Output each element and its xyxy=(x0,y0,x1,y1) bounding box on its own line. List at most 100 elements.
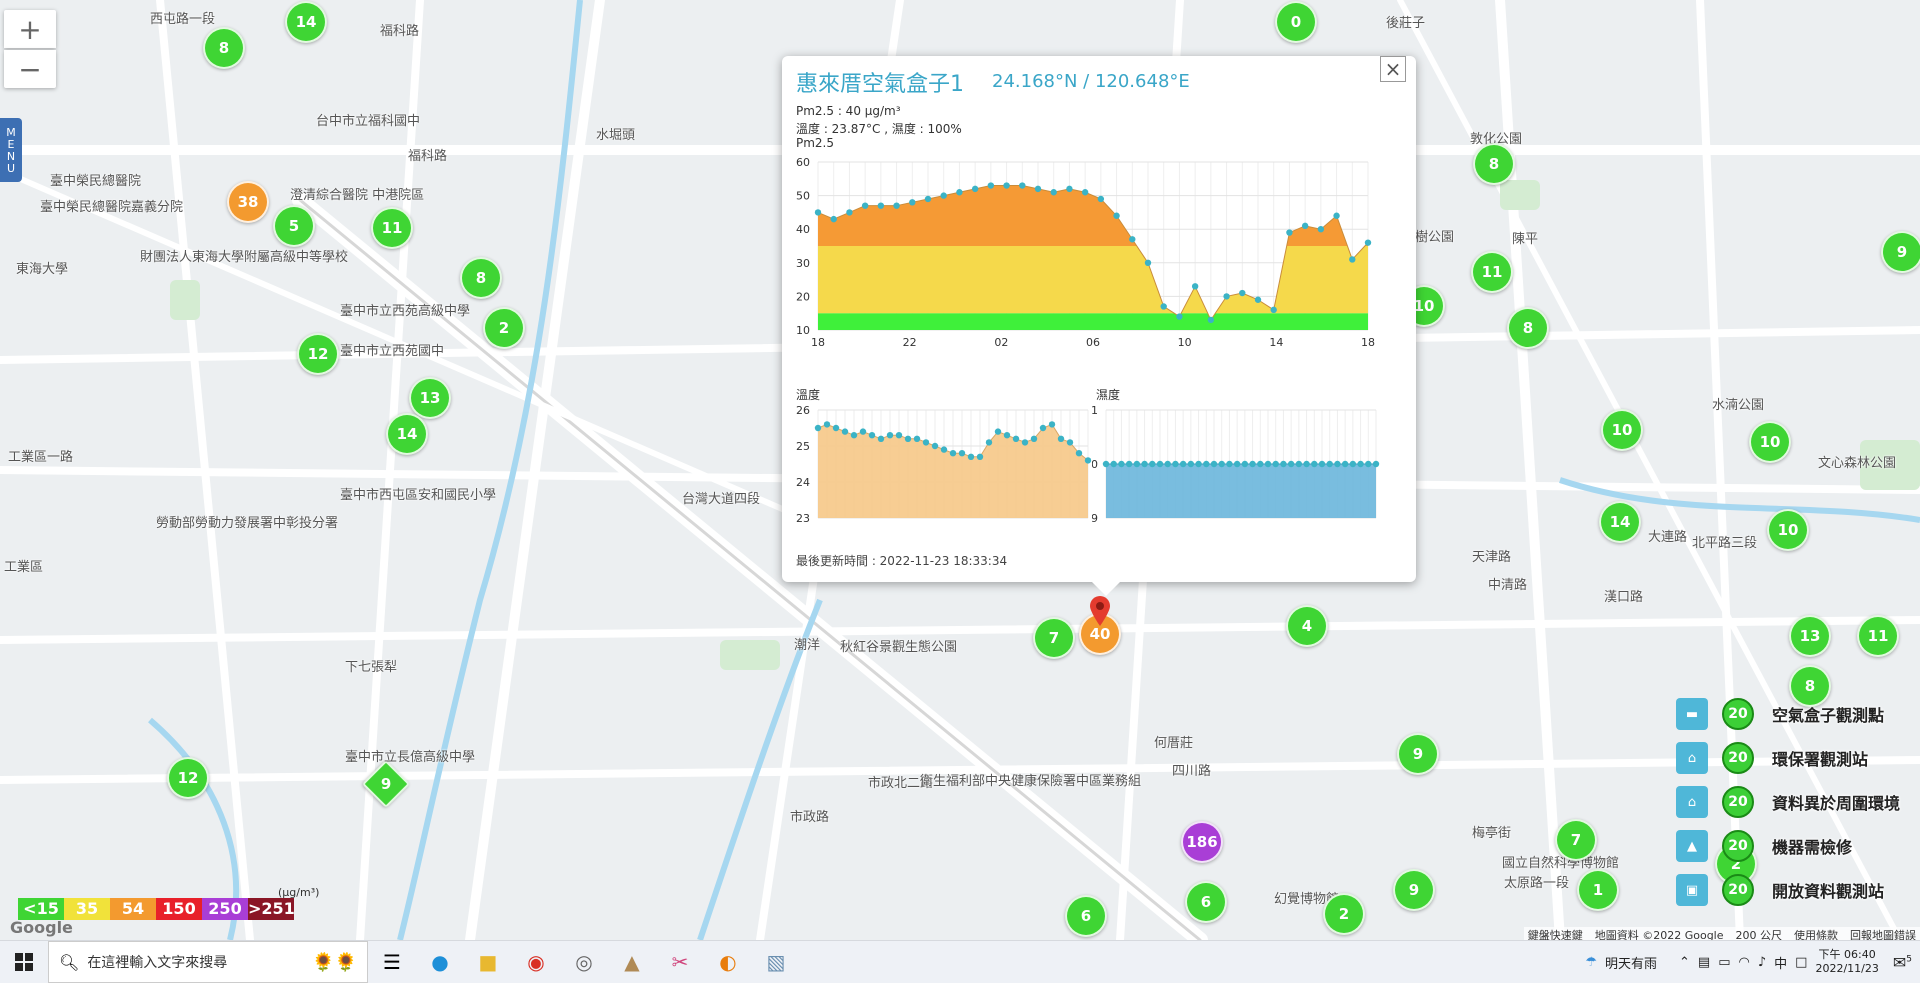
attribution-link[interactable]: 200 公尺 xyxy=(1736,927,1783,940)
map-place-label: 西屯路一段 xyxy=(150,12,216,27)
data-point xyxy=(1349,256,1356,263)
data-point xyxy=(850,432,858,439)
station-marker[interactable]: 5 xyxy=(273,205,315,247)
station-marker[interactable]: 2 xyxy=(483,307,525,349)
app-icon-bird[interactable]: ▲ xyxy=(608,941,656,983)
station-marker[interactable]: 0 xyxy=(1275,1,1317,43)
station-marker[interactable]: 9 xyxy=(1393,869,1435,911)
data-point xyxy=(877,435,885,442)
y-tick-label: 24 xyxy=(796,476,810,489)
map-place-label: 衛生福利部中央健康保險署中區業務組 xyxy=(920,774,1142,789)
station-marker[interactable]: 7 xyxy=(1033,617,1075,659)
clock[interactable]: 下午 06:40 2022/11/23 xyxy=(1815,948,1878,976)
y-tick-label: 26 xyxy=(796,404,810,417)
windows-start-button[interactable] xyxy=(0,941,48,983)
station-marker[interactable]: 11 xyxy=(1471,251,1513,293)
station-marker[interactable]: 8 xyxy=(203,27,245,69)
station-marker-value: 12 xyxy=(177,769,199,787)
zoom-in-button[interactable]: + xyxy=(4,10,56,48)
compass-app-icon[interactable]: ◎ xyxy=(560,941,608,983)
chrome-browser-icon[interactable]: ◉ xyxy=(512,941,560,983)
search-placeholder: 在這裡輸入文字來搜尋 xyxy=(87,955,228,971)
station-marker[interactable]: 8 xyxy=(460,257,502,299)
station-marker[interactable]: 7 xyxy=(1555,819,1597,861)
search-icon: 🔍︎ xyxy=(59,952,80,972)
attribution-link[interactable]: 使用條款 xyxy=(1794,927,1838,940)
data-point xyxy=(832,424,840,432)
temp-humidity-reading: 溫度 : 23.87°C , 濕度 : 100% xyxy=(796,122,962,136)
station-marker[interactable]: 10 xyxy=(1601,409,1643,451)
station-marker[interactable]: 13 xyxy=(1789,615,1831,657)
attribution-link[interactable]: 鍵盤快速鍵 xyxy=(1528,927,1583,940)
close-icon[interactable]: × xyxy=(1380,56,1406,82)
legend-label: 資料異於周圍環境 xyxy=(1772,794,1901,813)
station-marker[interactable]: 10 xyxy=(1767,509,1809,551)
battery-icon[interactable]: ▭ xyxy=(1718,955,1730,970)
station-marker[interactable]: 11 xyxy=(1857,615,1899,657)
zoom-out-button[interactable]: − xyxy=(4,50,56,88)
data-point xyxy=(956,189,963,196)
attribution-link[interactable]: 回報地圖錯誤 xyxy=(1850,927,1916,940)
volume-icon[interactable]: ♪ xyxy=(1758,955,1766,970)
ime-indicator[interactable]: 中 xyxy=(1774,953,1787,972)
data-point xyxy=(893,202,900,209)
station-marker[interactable]: 10 xyxy=(1749,421,1791,463)
station-marker[interactable]: 9 xyxy=(1397,733,1439,775)
data-point xyxy=(1133,460,1141,468)
station-marker[interactable]: 186 xyxy=(1181,821,1223,863)
data-point xyxy=(1280,460,1287,468)
taskbar-search-box[interactable]: 🔍︎ 在這裡輸入文字來搜尋 🌻🌻 xyxy=(48,941,368,983)
station-marker[interactable]: 4 xyxy=(1286,605,1328,647)
station-marker[interactable]: 8 xyxy=(1507,307,1549,349)
station-marker[interactable]: 2 xyxy=(1323,893,1365,935)
station-marker[interactable]: 6 xyxy=(1065,895,1107,937)
weather-text[interactable]: 明天有雨 xyxy=(1605,953,1657,972)
station-marker[interactable]: 8 xyxy=(1473,143,1515,185)
station-marker[interactable]: 6 xyxy=(1185,881,1227,923)
chevron-up-icon[interactable]: ⌃ xyxy=(1679,955,1690,970)
snipping-tool-icon[interactable]: ✂ xyxy=(656,941,704,983)
popup-tail xyxy=(1092,582,1120,596)
station-marker-value: 1 xyxy=(1592,881,1604,899)
network-icon[interactable]: ▤ xyxy=(1698,955,1710,970)
data-point xyxy=(931,442,939,450)
station-marker-value: 13 xyxy=(419,389,441,407)
station-marker[interactable]: 9 xyxy=(1881,231,1920,273)
data-point xyxy=(940,192,947,199)
station-marker[interactable]: 14 xyxy=(285,1,327,43)
popup-coordinates: 24.168°N / 120.648°E xyxy=(992,71,1190,92)
data-point xyxy=(1141,460,1148,468)
data-point xyxy=(814,209,822,216)
edge-browser-icon[interactable]: ● xyxy=(416,941,464,983)
notification-icon[interactable]: ✉5 xyxy=(1893,953,1912,972)
menu-tab[interactable]: MENU xyxy=(0,118,22,182)
map-canvas[interactable]: 西屯路一段 福科路 台中市立福科國中 水堀頭 福科路 臺中榮民總醫院 臺中榮民總醫院嘉義分院… xyxy=(0,0,1920,940)
data-point xyxy=(949,450,957,457)
data-point xyxy=(1257,460,1264,468)
station-marker[interactable]: 14 xyxy=(1599,501,1641,543)
station-marker-value: 11 xyxy=(381,219,403,237)
data-point xyxy=(1326,460,1333,468)
data-point xyxy=(904,435,912,442)
station-marker[interactable]: 1 xyxy=(1577,869,1619,911)
attribution-link[interactable]: 地圖資料 ©2022 Google xyxy=(1595,927,1724,940)
aqi-legend-swatch: 250 xyxy=(202,898,248,920)
wifi-icon[interactable]: ◠ xyxy=(1739,955,1750,970)
data-point xyxy=(1125,460,1133,468)
station-marker[interactable]: 12 xyxy=(297,333,339,375)
station-marker[interactable]: 38 xyxy=(227,181,269,223)
aqi-legend-swatch: >251 xyxy=(248,898,295,920)
legend-badge: 20 xyxy=(1722,698,1754,730)
station-marker[interactable]: 14 xyxy=(386,413,428,455)
file-explorer-icon[interactable]: ■ xyxy=(464,941,512,983)
input-mode-icon[interactable]: □ xyxy=(1795,955,1807,970)
station-marker[interactable]: 11 xyxy=(371,207,413,249)
station-marker[interactable]: 12 xyxy=(167,757,209,799)
task-view-icon[interactable]: ☰ xyxy=(368,941,416,983)
data-point xyxy=(823,421,831,428)
station-marker[interactable]: 13 xyxy=(409,377,451,419)
selected-location-pin[interactable] xyxy=(1088,596,1112,628)
app-icon-box[interactable]: ▧ xyxy=(752,941,800,983)
blender-icon[interactable]: ◐ xyxy=(704,941,752,983)
data-point xyxy=(1349,460,1357,468)
